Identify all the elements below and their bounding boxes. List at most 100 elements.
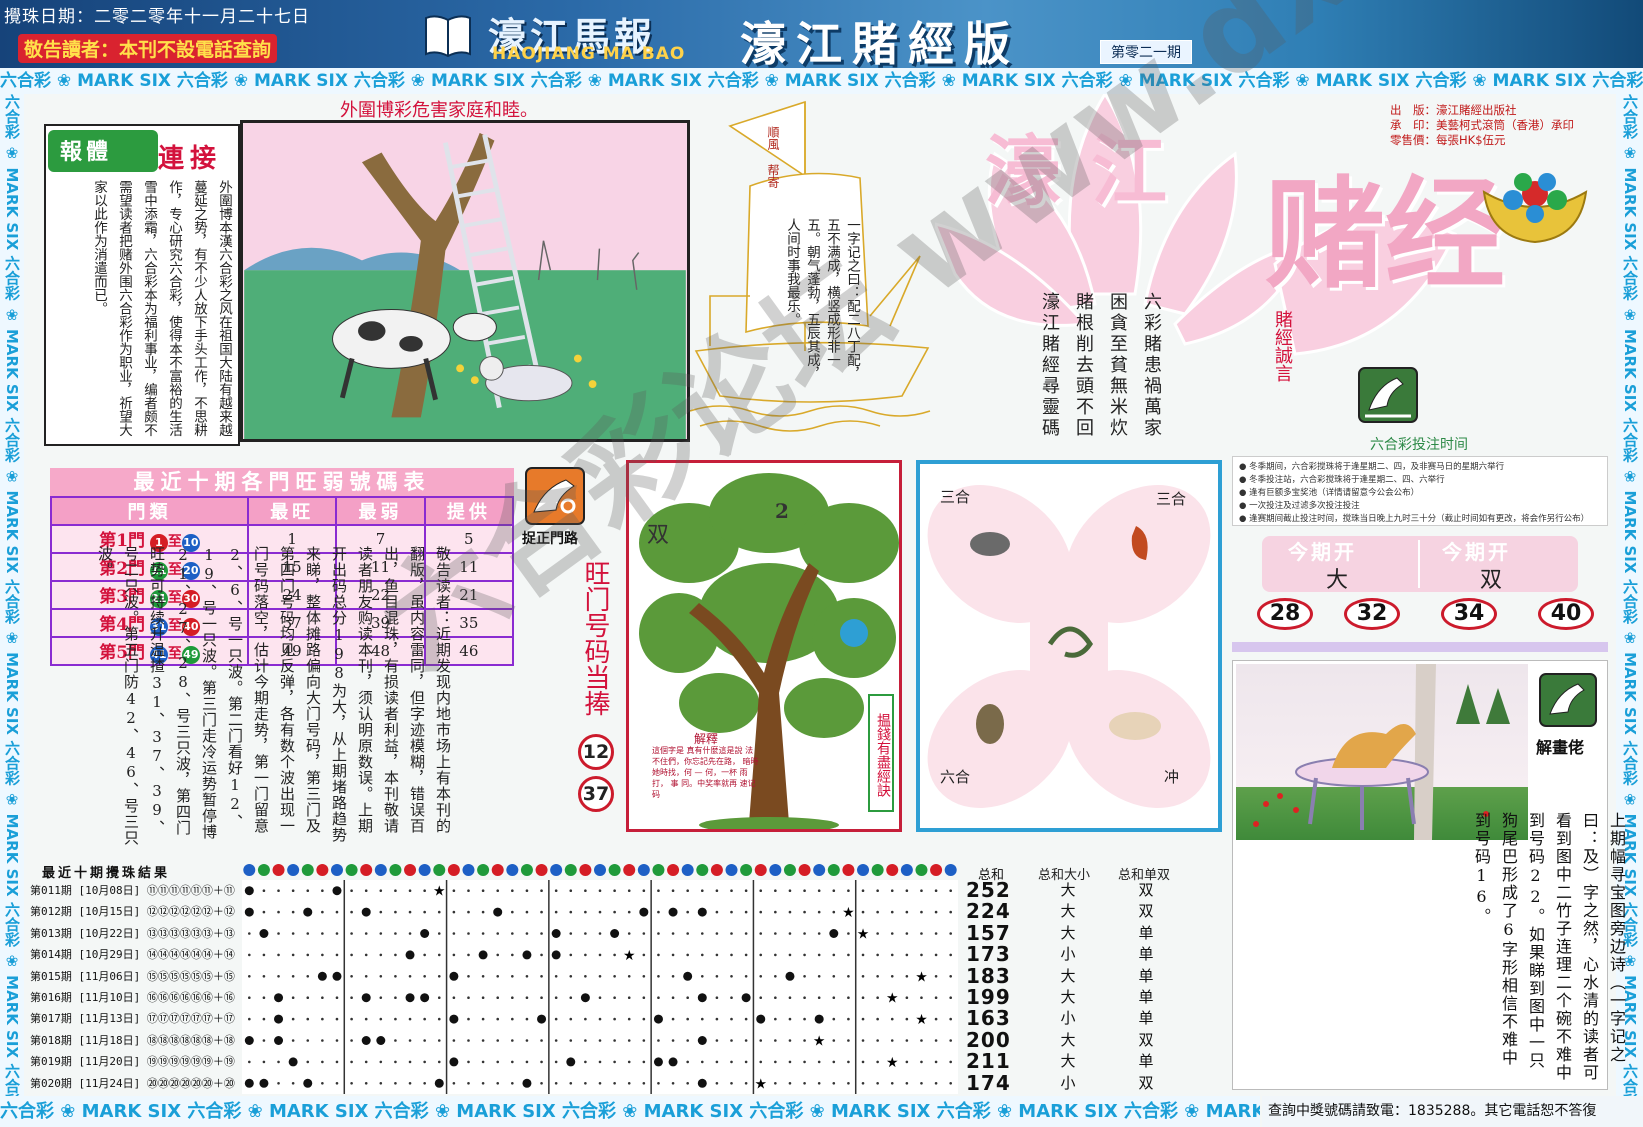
- grid-dot: [262, 975, 266, 978]
- grid-dot: [686, 1039, 689, 1042]
- grid-dot: [496, 1060, 500, 1064]
- grid-dot: [700, 889, 704, 892]
- grid-dot: [832, 996, 836, 999]
- ball-header-6: [316, 864, 329, 876]
- grid-dot: [788, 1060, 792, 1064]
- grid-dot: [511, 996, 514, 999]
- grid-dot: [861, 975, 865, 978]
- result-label-right: 今期开: [1442, 540, 1511, 564]
- grid-dot: [905, 996, 909, 999]
- grid-dot: [920, 889, 923, 892]
- drawn-number-mark: [639, 907, 649, 917]
- drawn-number-mark: [551, 929, 561, 938]
- zodiac-relations-box: 三合 三合 六合 冲: [916, 460, 1222, 832]
- grid-dot: [803, 953, 806, 957]
- grid-dot: [671, 889, 675, 892]
- draw-parity: 双: [1138, 881, 1154, 899]
- grid-dot: [934, 1060, 938, 1064]
- grid-dot: [803, 932, 806, 935]
- pointing-hand-icon: [1358, 367, 1418, 423]
- link-title-a: 報體: [60, 139, 113, 165]
- draw-parity: 单: [1138, 1052, 1154, 1071]
- grid-dot: [715, 889, 719, 892]
- motto-line: 濠江賭經尋靈碼: [1039, 292, 1060, 439]
- grid-dot: [379, 1017, 383, 1021]
- grid-dot: [803, 1039, 806, 1042]
- grid-dot: [934, 996, 938, 999]
- ball-header-43: [857, 864, 870, 876]
- ball-header-25: [594, 864, 606, 876]
- grid-dot: [861, 1060, 865, 1064]
- grid-dot: [540, 889, 543, 892]
- zodiac-label: 冲: [1164, 768, 1180, 786]
- drawn-number-mark: [697, 1036, 707, 1045]
- paper-roman: HAOJIANG MA BAO: [492, 44, 686, 64]
- grid-dot: [277, 932, 280, 935]
- grid-dot: [540, 910, 543, 914]
- drawn-number-mark: [303, 1078, 313, 1088]
- grid-dot: [774, 1060, 777, 1064]
- ball-header-17: [477, 864, 490, 876]
- grid-dot: [554, 1060, 558, 1064]
- ball-header-13: [418, 864, 431, 876]
- grid-dot: [540, 1060, 543, 1064]
- ball-header-34: [725, 864, 738, 876]
- drawn-number-mark: [580, 993, 590, 1003]
- grid-dot: [627, 932, 631, 935]
- result-number: 40: [1538, 598, 1594, 630]
- grid-dot: [876, 1017, 879, 1021]
- grid-dot: [379, 889, 383, 892]
- ball-header-14: [433, 864, 446, 876]
- motto-line: 六彩賭患禍萬家: [1141, 292, 1162, 439]
- draw-sum: 252: [966, 878, 1011, 902]
- motto-line: 困貪至貧無米炊: [1107, 292, 1128, 439]
- grid-dot: [364, 932, 368, 935]
- price-line: 零售價：每張HK$伍元: [1390, 133, 1506, 147]
- draw-size: 大: [1060, 966, 1076, 985]
- grid-dot: [584, 1060, 587, 1064]
- grid-dot: [905, 889, 909, 892]
- grid-dot: [934, 975, 938, 978]
- drawn-number-mark: [376, 1036, 386, 1045]
- draw-parity: 单: [1138, 966, 1154, 985]
- grid-dot: [847, 996, 850, 999]
- grid-dot: [613, 910, 616, 914]
- grid-dot: [306, 996, 310, 999]
- grid-dot: [511, 953, 514, 957]
- grid-dot: [598, 975, 602, 978]
- grid-dot: [496, 996, 500, 999]
- grid-dot: [277, 910, 280, 914]
- ball-header-41: [827, 864, 840, 876]
- grid-dot: [949, 1039, 952, 1042]
- grid-dot: [525, 975, 529, 978]
- grid-dot: [321, 996, 324, 999]
- drawn-number-mark: [741, 993, 751, 1003]
- grid-dot: [613, 1082, 616, 1085]
- grid-dot: [364, 889, 368, 892]
- issue-number: 第零二一期: [1100, 40, 1192, 64]
- logo-text-haojiang: 濠江: [985, 127, 1197, 216]
- grid-dot: [481, 932, 485, 935]
- grid-dot: [452, 953, 456, 957]
- grid-dot: [306, 1060, 310, 1064]
- grid-dot: [715, 1082, 719, 1085]
- bottom-hotline-notice: 查詢中獎號碼請致電：1835288。其它電話恕不答復: [1262, 1096, 1643, 1127]
- grid-dot: [890, 1017, 894, 1021]
- grid-dot: [934, 1039, 938, 1042]
- betting-times-box: ● 冬季期间，六合彩搅珠将于逢星期二、四，及非赛马日的星期六举行 ● 冬季投注站…: [1232, 456, 1608, 526]
- grid-dot: [496, 1082, 500, 1085]
- grid-dot: [861, 889, 865, 892]
- ball-header-24: [579, 864, 592, 876]
- grid-dot: [686, 996, 689, 999]
- grid-dot: [744, 1017, 748, 1021]
- grid-dot: [364, 1017, 368, 1021]
- grid-dot: [657, 996, 660, 999]
- ball-header-42: [842, 864, 855, 876]
- grid-dot: [248, 1017, 251, 1021]
- grid-dot: [686, 889, 689, 892]
- draw-parity: 单: [1138, 988, 1154, 1007]
- grid-dot: [803, 1082, 806, 1085]
- grid-dot: [408, 1017, 412, 1021]
- grid-dot: [554, 1082, 558, 1085]
- grid-dot: [759, 953, 763, 957]
